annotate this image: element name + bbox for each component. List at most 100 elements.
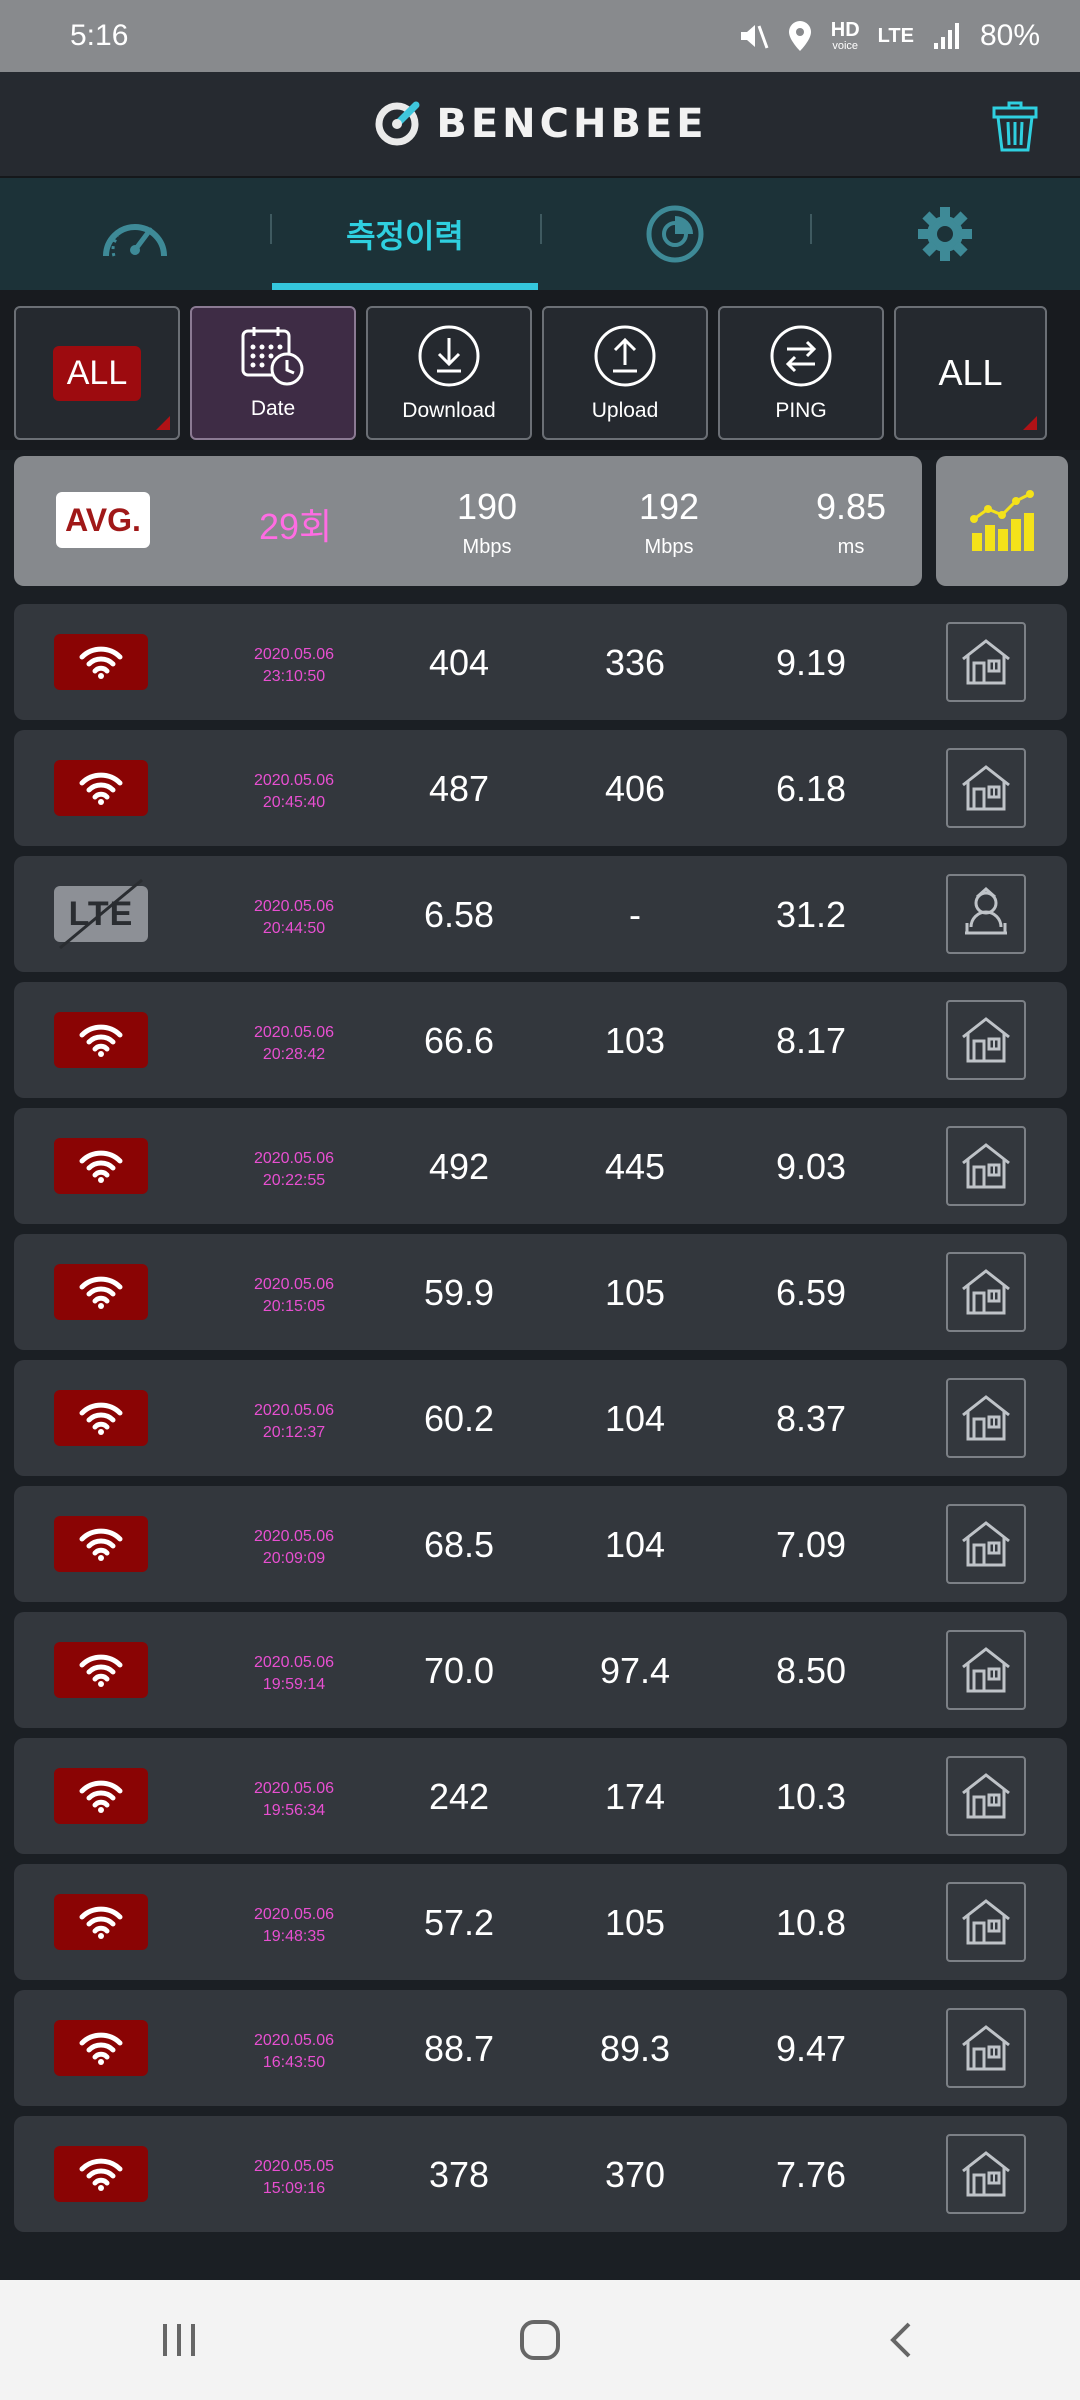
home-icon[interactable] (518, 2318, 562, 2362)
delete-history-button[interactable] (988, 100, 1042, 154)
result-time: 20:22:55 (262, 1172, 326, 1189)
home-place-icon (962, 1647, 1010, 1693)
sort-date-label: Date (250, 397, 296, 420)
place-type-button[interactable] (946, 1756, 1026, 1836)
recent-apps-icon[interactable] (159, 2320, 199, 2360)
avg-ping-unit: ms (837, 536, 865, 558)
sort-date-button[interactable]: Date (190, 306, 356, 440)
history-row[interactable]: 2020.05.06 19:48:35 57.2 105 10.8 (14, 1864, 1067, 1980)
result-datetime: 2020.05.06 20:22:55 (219, 1148, 369, 1192)
filter-row: ALL Date Download Upload PING ALL (0, 290, 1080, 450)
result-download: 242 (428, 1776, 490, 1817)
result-time: 20:45:40 (262, 794, 326, 811)
home-place-icon (962, 1017, 1010, 1063)
result-download: 70.0 (423, 1650, 495, 1691)
history-row[interactable]: 2020.05.06 20:45:40 487 406 6.18 (14, 730, 1067, 846)
result-time: 23:10:50 (262, 668, 326, 685)
result-date: 2020.05.06 (253, 1276, 335, 1293)
result-datetime: 2020.05.06 20:12:37 (219, 1400, 369, 1444)
tab-settings[interactable] (810, 178, 1080, 290)
home-place-icon (962, 1521, 1010, 1567)
battery-percent: 80% (979, 19, 1040, 52)
result-date: 2020.05.06 (253, 646, 335, 663)
history-row[interactable]: 2020.05.06 23:10:50 404 336 9.19 (14, 604, 1067, 720)
result-upload: 104 (604, 1398, 666, 1439)
history-row[interactable]: 2020.05.06 19:56:34 242 174 10.3 (14, 1738, 1067, 1854)
place-type-button[interactable] (946, 2134, 1026, 2214)
result-date: 2020.05.06 (253, 1024, 335, 1041)
place-type-button[interactable] (946, 1630, 1026, 1710)
result-download: 60.2 (423, 1398, 495, 1439)
result-date: 2020.05.06 (253, 898, 335, 915)
bar-line-chart-icon (970, 490, 1034, 551)
location-icon (788, 21, 811, 51)
hd-voice-indicator: HD voice (831, 20, 860, 52)
network-type-label: LTE (877, 25, 914, 47)
sort-download-label: Download (402, 399, 496, 422)
back-icon[interactable] (881, 2320, 921, 2360)
status-icons: HD voice LTE 80% (737, 19, 1040, 53)
history-row[interactable]: 2020.05.06 20:15:05 59.9 105 6.59 (14, 1234, 1067, 1350)
status-time: 5:16 (70, 19, 129, 52)
home-place-icon (962, 1143, 1010, 1189)
network-filter-button[interactable]: ALL (14, 306, 180, 440)
result-datetime: 2020.05.06 20:09:09 (219, 1526, 369, 1570)
tab-speed-test[interactable] (0, 178, 270, 290)
place-type-button[interactable] (946, 748, 1026, 828)
network-badge-wifi (54, 2146, 148, 2202)
place-type-button[interactable] (946, 1378, 1026, 1458)
place-type-button[interactable] (946, 622, 1026, 702)
network-badge-wifi (54, 1264, 148, 1320)
history-row[interactable]: 2020.05.06 20:28:42 66.6 103 8.17 (14, 982, 1067, 1098)
sort-upload-label: Upload (591, 399, 659, 422)
status-bar: 5:16 HD voice LTE 80% (0, 0, 1080, 72)
result-date: 2020.05.06 (253, 1654, 335, 1671)
history-row[interactable]: 2020.05.06 20:12:37 60.2 104 8.37 (14, 1360, 1067, 1476)
result-datetime: 2020.05.06 20:28:42 (219, 1022, 369, 1066)
result-date: 2020.05.06 (253, 2032, 335, 2049)
place-type-button[interactable] (946, 1882, 1026, 1962)
sort-download-button[interactable]: Download (366, 306, 532, 440)
place-filter-button[interactable]: ALL (894, 306, 1047, 440)
history-row[interactable]: 2020.05.06 19:59:14 70.0 97.4 8.50 (14, 1612, 1067, 1728)
avg-badge: AVG. (56, 492, 150, 548)
stats-chart-button[interactable] (936, 456, 1068, 586)
history-row[interactable]: 2020.05.06 20:22:55 492 445 9.03 (14, 1108, 1067, 1224)
place-type-button[interactable] (946, 874, 1026, 954)
app-bar: BENCHBEE (0, 72, 1080, 178)
result-time: 15:09:16 (262, 2180, 326, 2197)
history-row[interactable]: LTE 2020.05.06 20:44:50 6.58 - 31.2 (14, 856, 1067, 972)
result-ping: 10.3 (775, 1776, 847, 1817)
result-upload: 103 (604, 1020, 666, 1061)
place-type-button[interactable] (946, 1504, 1026, 1584)
result-upload: - (629, 894, 641, 935)
sort-ping-button[interactable]: PING (718, 306, 884, 440)
avg-download-unit: Mbps (462, 536, 512, 558)
result-upload: 406 (604, 768, 666, 809)
upload-icon (594, 325, 656, 387)
history-row[interactable]: 2020.05.05 15:09:16 378 370 7.76 (14, 2116, 1067, 2232)
result-date: 2020.05.06 (253, 772, 335, 789)
sort-upload-button[interactable]: Upload (542, 306, 708, 440)
place-type-button[interactable] (946, 1000, 1026, 1080)
result-upload: 104 (604, 1524, 666, 1565)
history-row[interactable]: 2020.05.06 20:09:09 68.5 104 7.09 (14, 1486, 1067, 1602)
result-date: 2020.05.06 (253, 1780, 335, 1797)
result-datetime: 2020.05.06 20:44:50 (219, 896, 369, 940)
home-place-icon (962, 2151, 1010, 2197)
tab-coverage[interactable] (540, 178, 810, 290)
result-time: 20:28:42 (262, 1046, 326, 1063)
place-type-button[interactable] (946, 2008, 1026, 2088)
history-row[interactable]: 2020.05.06 16:43:50 88.7 89.3 9.47 (14, 1990, 1067, 2106)
place-type-button[interactable] (946, 1252, 1026, 1332)
result-ping: 6.59 (775, 1272, 847, 1313)
result-download: 487 (428, 768, 490, 809)
place-type-button[interactable] (946, 1126, 1026, 1206)
result-ping: 10.8 (775, 1902, 847, 1943)
system-nav-bar (0, 2280, 1080, 2400)
tab-history[interactable]: 측정이력 (270, 178, 540, 290)
result-upload: 89.3 (599, 2028, 671, 2069)
result-ping: 9.19 (775, 642, 847, 683)
result-download: 6.58 (423, 894, 495, 935)
tab-bar: 측정이력 (0, 178, 1080, 290)
